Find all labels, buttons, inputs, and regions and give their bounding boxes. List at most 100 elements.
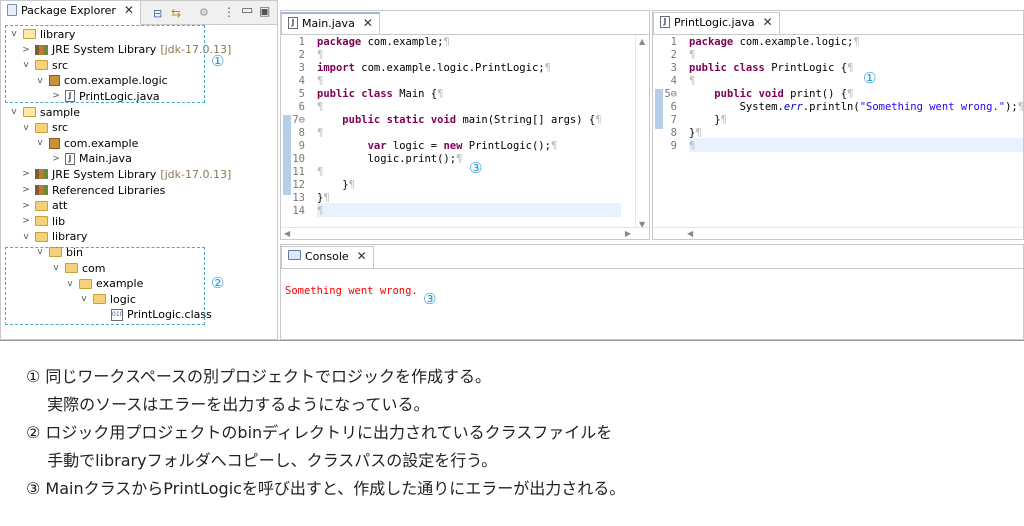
pilcrow-icon: ¶	[847, 62, 854, 74]
vertical-scrollbar[interactable]: ▲ ▼	[635, 35, 649, 231]
code-token: void	[430, 114, 457, 126]
marker-1: ①	[211, 52, 225, 70]
code-line: ¶	[689, 75, 695, 88]
note-line: ① 同じワークスペースの別プロジェクトでロジックを作成する。	[26, 367, 492, 386]
code-line: ¶	[317, 127, 323, 140]
tab-printlogic-java-label: PrintLogic.java	[674, 16, 755, 29]
line-number: 12	[292, 179, 305, 191]
tree-item[interactable]: v sample	[9, 104, 80, 120]
code-line: ¶	[317, 166, 323, 179]
code-token: package	[689, 36, 734, 48]
code-line: System.err.println("Something went wrong…	[689, 101, 1023, 114]
line-number: 9	[670, 140, 677, 152]
pilcrow-icon: ¶	[317, 127, 324, 139]
tree-item[interactable]: > JRE System Library [jdk-17.0.13]	[21, 166, 231, 182]
view-menu-icon[interactable]: ⋮	[223, 5, 235, 19]
note-line: ② ロジック用プロジェクトのbinディレクトリに出力されているクラスファイルを	[26, 423, 613, 442]
code-token: public	[342, 114, 381, 126]
marker-2: ②	[211, 274, 225, 292]
code-line: ¶	[317, 75, 323, 88]
link-with-editor-icon[interactable]: ⇆	[171, 6, 181, 20]
line-number: 5⊖	[664, 88, 677, 100]
expand-arrow-icon[interactable]: v	[35, 138, 45, 148]
tab-console[interactable]: Console ✕	[281, 246, 374, 268]
tree-item[interactable]: > lib	[21, 213, 65, 229]
line-number: 13	[292, 192, 305, 204]
code-token: logic =	[386, 140, 444, 152]
collapse-arrow-icon[interactable]: >	[21, 169, 31, 179]
tree-item[interactable]: v library	[21, 229, 87, 245]
main-editor-pane: J Main.java ✕ 1 package com.example;¶ 2 ¶ 3 i…	[280, 10, 650, 240]
collapse-all-icon[interactable]: ⊟	[153, 7, 162, 20]
code-line: public static void main(String[] args) {…	[317, 114, 601, 127]
filter-icon[interactable]: ⚙	[199, 6, 209, 19]
collapse-arrow-icon[interactable]: >	[51, 154, 61, 164]
collapse-arrow-icon[interactable]: >	[21, 201, 31, 211]
collapse-arrow-icon[interactable]: >	[21, 216, 31, 226]
tree-item[interactable]: > J Main.java	[51, 151, 132, 167]
line-number: 7⊖	[292, 114, 305, 126]
line-number: 2	[298, 49, 305, 61]
horizontal-scrollbar[interactable]: ◀ ▶	[281, 227, 649, 239]
marker-3-console: ③	[423, 290, 437, 308]
package-icon	[49, 137, 60, 149]
code-line: ¶	[689, 49, 695, 62]
marker-3-editor: ③	[469, 159, 483, 177]
code-token: public	[317, 88, 355, 100]
tree-item-label: lib	[52, 214, 66, 228]
tree-item[interactable]: v src	[21, 120, 68, 136]
code-token: PrintLogic {	[764, 62, 848, 74]
pilcrow-icon: ¶	[317, 49, 324, 61]
line-number: 6	[670, 101, 677, 113]
expand-arrow-icon[interactable]: v	[21, 232, 31, 242]
minimize-icon[interactable]: ▭	[241, 3, 253, 18]
tree-item[interactable]: > Referenced Libraries	[21, 182, 165, 198]
close-icon[interactable]: ✕	[357, 250, 367, 262]
pilcrow-icon: ¶	[853, 36, 860, 48]
folder-icon	[35, 216, 48, 227]
tab-package-explorer[interactable]: Package Explorer ✕	[1, 1, 141, 25]
console-output: Something went wrong.	[285, 285, 418, 297]
code-token: var	[367, 140, 387, 152]
tab-main-java[interactable]: J Main.java ✕	[281, 12, 380, 34]
folder-icon	[35, 200, 48, 211]
note-line: 実際のソースはエラーを出力するようになっている。	[26, 395, 430, 414]
tree-item[interactable]: > att	[21, 198, 67, 214]
code-line: }¶	[689, 127, 702, 140]
tree-item-label: sample	[40, 105, 80, 119]
tree-item[interactable]: v com.example	[35, 135, 138, 151]
code-line: public class Main {¶	[317, 88, 443, 101]
tree-item-label: Referenced Libraries	[52, 183, 166, 197]
code-token: new	[443, 140, 463, 152]
close-icon[interactable]: ✕	[763, 16, 773, 28]
expand-arrow-icon[interactable]: v	[21, 123, 31, 133]
pilcrow-icon: ¶	[317, 75, 324, 87]
collapse-arrow-icon[interactable]: >	[21, 185, 31, 195]
code-line: }¶	[317, 179, 355, 192]
line-number: 10	[292, 153, 305, 165]
line-number: 1	[670, 36, 677, 48]
close-icon[interactable]: ✕	[124, 4, 134, 16]
tab-printlogic-java[interactable]: J PrintLogic.java ✕	[653, 12, 780, 34]
code-line: ¶	[317, 101, 323, 114]
maximize-icon[interactable]: ▣	[259, 4, 270, 18]
horizontal-scrollbar[interactable]: ◀	[653, 227, 1023, 239]
code-line: ¶	[689, 140, 695, 153]
code-token: com.example.logic.PrintLogic;	[354, 62, 545, 74]
pilcrow-icon: ¶	[317, 101, 324, 113]
close-icon[interactable]: ✕	[363, 17, 373, 29]
expand-arrow-icon[interactable]: v	[9, 107, 19, 117]
note-line: 手動でlibraryフォルダへコピーし、クラスパスの設定を行う。	[26, 451, 498, 470]
pilcrow-icon: ¶	[720, 114, 727, 126]
code-token: }	[689, 114, 721, 126]
tree-item-label: Main.java	[79, 152, 132, 166]
java-file-icon: J	[65, 152, 75, 165]
code-line: package com.example.logic;¶	[689, 36, 860, 49]
pilcrow-icon: ¶	[323, 192, 330, 204]
code-line: package com.example;¶	[317, 36, 450, 49]
code-line: public void print() {¶	[689, 88, 853, 101]
code-token: static	[386, 114, 425, 126]
line-number: 5	[298, 88, 305, 100]
printlogic-editor-pane: J PrintLogic.java ✕ 1 package com.example…	[652, 10, 1024, 240]
